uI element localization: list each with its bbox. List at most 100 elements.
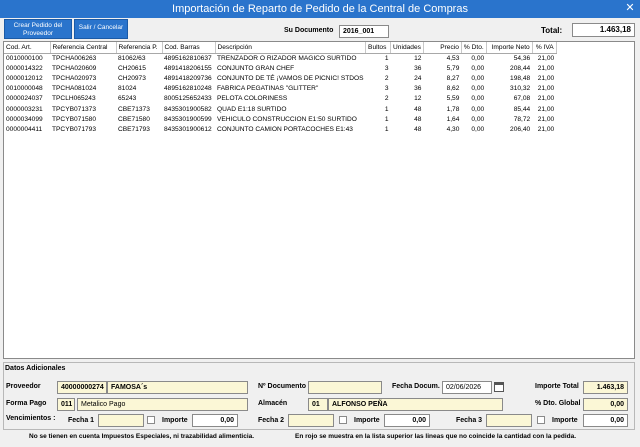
cell: 0,00 bbox=[471, 64, 485, 72]
col-cod-art[interactable]: Cod. Art. bbox=[4, 42, 51, 54]
cell: 48 bbox=[414, 115, 422, 123]
col-importe-neto[interactable]: Importe Neto bbox=[486, 42, 533, 54]
fecha3-checkbox[interactable] bbox=[537, 416, 545, 424]
forma-pago-name-field: Metalico Pago bbox=[77, 398, 248, 411]
exit-button[interactable]: Salir / Cancelar bbox=[74, 19, 128, 39]
vencimientos-label: Vencimientos : bbox=[6, 415, 56, 422]
col-bultos[interactable]: Bultos bbox=[365, 42, 392, 54]
fecha2-input[interactable] bbox=[288, 414, 334, 427]
fecha1-checkbox[interactable] bbox=[147, 416, 155, 424]
col-barcode[interactable]: Cod. Barras bbox=[162, 42, 216, 54]
cell: VEHICULO CONSTRUCCION E1:50 SURTIDO bbox=[217, 115, 357, 123]
cell: 0,00 bbox=[471, 74, 485, 82]
cell: 1 bbox=[384, 125, 389, 133]
table-row[interactable]: 0010000100 TPCHA006263 81062/63 48951628… bbox=[4, 53, 557, 64]
title-bar: Importación de Reparto de Pedido de la C… bbox=[0, 0, 640, 18]
cell: 21,00 bbox=[537, 125, 555, 133]
cell: 81024 bbox=[118, 85, 137, 93]
cell: 21,00 bbox=[537, 64, 555, 72]
proveedor-label: Proveedor bbox=[6, 383, 41, 390]
fecha3-input[interactable] bbox=[486, 414, 532, 427]
forma-pago-code-input[interactable]: 011 bbox=[57, 398, 75, 411]
cell: 21,00 bbox=[537, 74, 555, 82]
cell: 0,00 bbox=[471, 125, 485, 133]
cell: 0000012012 bbox=[6, 74, 43, 82]
cell: 0,00 bbox=[471, 105, 485, 113]
table-header-row: Cod. Art. Referencia Central Referencia … bbox=[4, 42, 557, 54]
cell: 0010000100 bbox=[4, 53, 50, 64]
cell: TPCLH065243 bbox=[52, 95, 96, 103]
cell: CBE71580 bbox=[118, 115, 150, 123]
importe2-input[interactable]: 0,00 bbox=[384, 414, 430, 427]
col-ref-central[interactable]: Referencia Central bbox=[50, 42, 117, 54]
cell: 1,78 bbox=[446, 105, 460, 113]
proveedor-code-input[interactable]: 40000000274 bbox=[57, 381, 107, 394]
cell: TPCHA020609 bbox=[52, 64, 97, 72]
fecha-doc-input[interactable]: 02/06/2026 bbox=[442, 381, 492, 394]
cell: 8435301900612 bbox=[164, 125, 212, 133]
cell: 48 bbox=[414, 125, 422, 133]
cell: 0000034099 bbox=[6, 115, 43, 123]
cell: PELOTA COLORINESS bbox=[217, 95, 288, 103]
create-order-label-2: Proveedor bbox=[23, 30, 53, 37]
cell: 208,44 bbox=[510, 64, 531, 72]
cell: 2 bbox=[384, 95, 389, 103]
col-ref-p[interactable]: Referencia P. bbox=[116, 42, 163, 54]
cell: 21,00 bbox=[537, 115, 555, 123]
importe3-label: Importe bbox=[552, 417, 578, 424]
cell: 4895162810637 bbox=[162, 53, 215, 64]
cell: 12 bbox=[390, 53, 424, 64]
cell: QUAD E1:18 SURTIDO bbox=[217, 105, 287, 113]
window-title: Importación de Reparto de Pedido de la C… bbox=[172, 3, 468, 15]
create-order-button[interactable]: Crear Pedido del Proveedor bbox=[4, 19, 72, 39]
num-doc-input[interactable] bbox=[308, 381, 382, 394]
cell: 78,72 bbox=[513, 115, 531, 123]
almacen-code-input[interactable]: 01 bbox=[308, 398, 328, 411]
cell: 0,00 bbox=[471, 85, 485, 93]
cell: TPCYB071793 bbox=[52, 125, 96, 133]
table-row[interactable]: 0000012012 TPCHA020973 CH20973 489141820… bbox=[4, 73, 556, 83]
cell: CH20615 bbox=[118, 64, 146, 72]
table-row[interactable]: 0000014322 TPCHA020609 CH20615 489141820… bbox=[4, 63, 556, 73]
order-lines-grid[interactable]: Cod. Art. Referencia Central Referencia … bbox=[3, 41, 635, 359]
close-icon[interactable]: ✕ bbox=[624, 2, 636, 14]
forma-pago-label: Forma Pago bbox=[6, 400, 47, 407]
document-input[interactable]: 2016_001 bbox=[339, 25, 389, 38]
fecha-doc-label: Fecha Docum. bbox=[392, 383, 440, 390]
dto-global-value[interactable]: 0,00 bbox=[583, 398, 628, 411]
cell: 1 bbox=[365, 53, 391, 64]
cell: 0000014322 bbox=[6, 64, 43, 72]
col-precio[interactable]: Precio bbox=[423, 42, 462, 54]
table-row[interactable]: 0010000048 TPCHA081024 81024 48951628102… bbox=[4, 84, 556, 94]
cell: 21,00 bbox=[537, 85, 555, 93]
table-row[interactable]: 0000003231 TPCYB071373 CBE71373 84353019… bbox=[4, 104, 556, 114]
cell: CONJUNTO DE TÉ ¡VAMOS DE PICNIC! STDOS bbox=[217, 74, 364, 82]
cell: 54,36 bbox=[486, 53, 533, 64]
total-value: 1.463,18 bbox=[572, 23, 635, 37]
col-description[interactable]: Descripción bbox=[215, 42, 367, 54]
cell: 0,00 bbox=[471, 115, 485, 123]
cell: 21,00 bbox=[532, 53, 557, 64]
cell: 0,00 bbox=[461, 53, 487, 64]
importe3-input[interactable]: 0,00 bbox=[583, 414, 628, 427]
calendar-icon[interactable] bbox=[494, 382, 504, 392]
cell: TPCYB071580 bbox=[52, 115, 96, 123]
importe1-input[interactable]: 0,00 bbox=[192, 414, 238, 427]
num-doc-label: Nº Documento bbox=[258, 383, 307, 390]
cell: 8,62 bbox=[446, 85, 460, 93]
cell: 0000024037 bbox=[6, 95, 43, 103]
table-row[interactable]: 0000024037 TPCLH065243 65243 80051256524… bbox=[4, 94, 556, 104]
exit-label: Salir / Cancelar bbox=[78, 24, 124, 31]
fecha2-checkbox[interactable] bbox=[339, 416, 347, 424]
cell: CONJUNTO GRAN CHEF bbox=[217, 64, 295, 72]
col-dto[interactable]: % Dto. bbox=[461, 42, 487, 54]
fecha1-input[interactable] bbox=[98, 414, 144, 427]
table-row[interactable]: 0000034099 TPCYB071580 CBE71580 84353019… bbox=[4, 114, 556, 124]
table-row[interactable]: 0000004411 TPCYB071793 CBE71793 84353019… bbox=[4, 124, 556, 134]
col-iva[interactable]: % IVA bbox=[532, 42, 557, 54]
footer-note-2: En rojo se muestra en la lista superior … bbox=[295, 433, 577, 440]
cell: 21,00 bbox=[537, 95, 555, 103]
cell: 21,00 bbox=[537, 105, 555, 113]
importe-total-value: 1.463,18 bbox=[583, 381, 628, 394]
col-unidades[interactable]: Unidades bbox=[390, 42, 424, 54]
